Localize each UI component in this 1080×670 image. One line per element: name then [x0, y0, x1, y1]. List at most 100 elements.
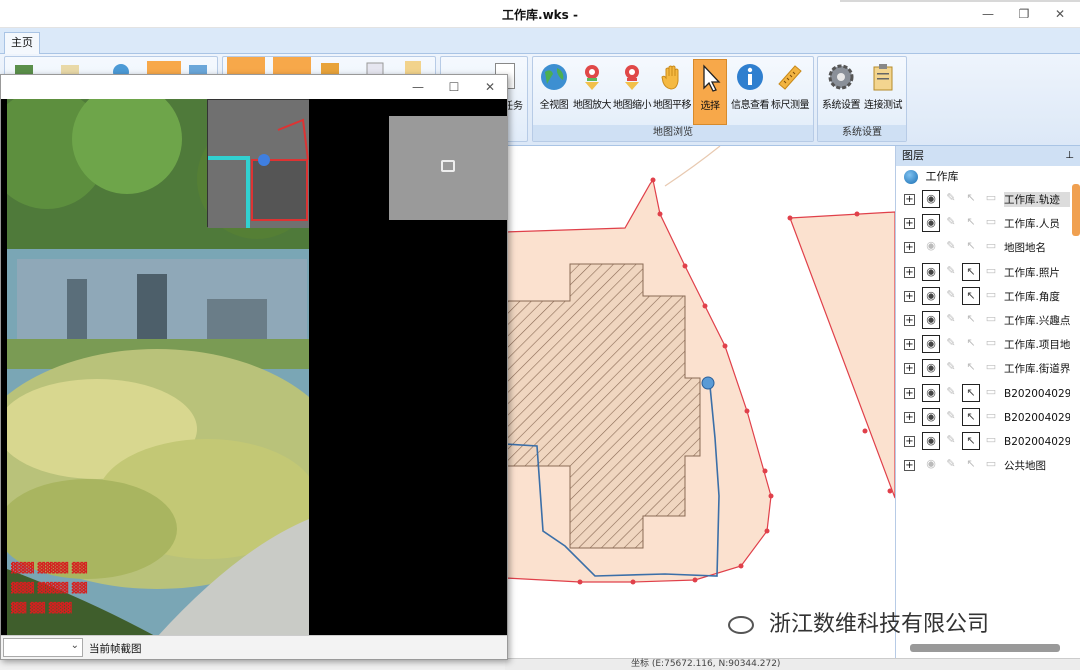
popup-maximize-button[interactable]: ☐ [441, 78, 467, 96]
info-button[interactable]: 信息查看 [731, 59, 770, 125]
label-icon[interactable]: ▭ [982, 214, 1000, 232]
eye-icon[interactable]: ◉ [922, 238, 940, 256]
edit-icon[interactable]: ✎ [942, 335, 960, 353]
label-icon[interactable]: ▭ [982, 238, 1000, 256]
layer-row[interactable]: + ◉✎↖▭ B202004029.界址 [896, 406, 1071, 430]
eye-icon[interactable]: ◉ [922, 407, 940, 426]
expand-toggle[interactable]: + [904, 387, 915, 399]
eye-icon[interactable]: ◉ [922, 190, 940, 208]
layer-row[interactable]: + ◉ ✎ ↖ ▭ 工作库.照片 [896, 261, 1071, 285]
popup-close-button[interactable]: ✕ [477, 78, 503, 96]
video-minimap[interactable] [207, 99, 309, 228]
edit-icon[interactable]: ✎ [942, 408, 960, 426]
layer-row[interactable]: + ◉ ✎ ↖ ▭ 工作库.轨迹 [896, 188, 1071, 212]
expand-toggle[interactable]: + [904, 436, 915, 447]
label-icon[interactable]: ▭ [982, 432, 1000, 450]
expand-toggle[interactable]: + [904, 363, 915, 375]
right-parcel-polygon[interactable] [789, 211, 895, 499]
select-button[interactable]: 选择 [693, 59, 727, 125]
layer-root[interactable]: 工作库 [896, 166, 1080, 188]
label-icon[interactable]: ▭ [982, 456, 1000, 474]
label-icon[interactable]: ▭ [982, 384, 1000, 402]
video-window-titlebar[interactable]: — ☐ ✕ [1, 75, 507, 99]
label-icon[interactable]: ▭ [982, 408, 1000, 426]
label-icon[interactable]: ▭ [982, 335, 1000, 353]
system-settings-button[interactable]: 系统设置 [822, 59, 861, 125]
layer-row[interactable]: + ◉ ✎ ↖ ▭ 工作库.兴趣点 [896, 309, 1071, 333]
edit-icon[interactable]: ✎ [942, 432, 960, 450]
eye-icon[interactable]: ◉ [922, 262, 940, 281]
expand-toggle[interactable]: + [904, 242, 915, 254]
eye-icon[interactable]: ◉ [922, 432, 940, 450]
layer-row[interactable]: + ◉ ✎ ↖ ▭ 公共地图 [896, 454, 1071, 478]
eye-icon[interactable]: ◉ [922, 383, 940, 402]
pin-icon[interactable]: ⊥ [1065, 146, 1074, 166]
horizontal-scrollbar[interactable] [910, 644, 1060, 652]
label-icon[interactable]: ▭ [982, 311, 1000, 329]
camera-preview[interactable] [389, 116, 507, 220]
select-cursor-icon[interactable]: ↖ [962, 262, 980, 281]
layer-row[interactable]: + ◉ ✎ ↖ ▭ 工作库.街道界 [896, 357, 1071, 381]
frame-select[interactable]: ⌄ [3, 638, 83, 657]
eye-icon[interactable]: ◉ [922, 311, 940, 329]
close-button[interactable]: ✕ [1046, 4, 1074, 24]
edit-icon[interactable]: ✎ [942, 190, 960, 208]
popup-minimize-button[interactable]: — [405, 78, 431, 96]
vertical-scrollbar[interactable] [1072, 184, 1080, 236]
expand-toggle[interactable]: + [904, 411, 915, 423]
zoom-in-button[interactable]: 地图放大 [573, 59, 612, 125]
layer-row[interactable]: + ◉ ✎ ↖ ▭ 工作库.角度 [896, 285, 1071, 309]
layer-row[interactable]: + ◉✎↖▭ 工作库.项目地块 [896, 333, 1071, 357]
eye-icon[interactable]: ◉ [922, 214, 940, 233]
edit-icon[interactable]: ✎ [942, 359, 960, 377]
layer-row[interactable]: + ◉✎↖▭ B202004029.自然 [896, 430, 1071, 454]
select-cursor-icon[interactable]: ↖ [962, 190, 980, 208]
expand-toggle[interactable]: + [904, 339, 915, 351]
map-canvas[interactable] [505, 146, 895, 658]
layer-row[interactable]: + ◉✎↖▭ B202004029.宗地 [896, 382, 1071, 406]
full-view-button[interactable]: 全视图 [535, 59, 573, 125]
select-cursor-icon[interactable]: ↖ [962, 214, 980, 232]
layer-row[interactable]: + ◉ ✎ ↖ ▭ 工作库.人员 [896, 212, 1071, 236]
label-icon[interactable]: ▭ [982, 287, 1000, 305]
eye-icon[interactable]: ◉ [922, 335, 940, 354]
edit-icon[interactable]: ✎ [942, 214, 960, 232]
label-icon[interactable]: ▭ [982, 359, 1000, 377]
select-cursor-icon[interactable]: ↖ [962, 238, 980, 256]
edit-icon[interactable]: ✎ [942, 311, 960, 329]
select-cursor-icon[interactable]: ↖ [962, 311, 980, 329]
expand-toggle[interactable]: + [904, 315, 915, 326]
select-cursor-icon[interactable]: ↖ [962, 335, 980, 353]
minimize-button[interactable]: — [974, 4, 1002, 24]
map-drawing[interactable] [505, 146, 895, 658]
edit-icon[interactable]: ✎ [942, 263, 960, 281]
label-icon[interactable]: ▭ [982, 263, 1000, 281]
expand-toggle[interactable]: + [904, 460, 915, 472]
edit-icon[interactable]: ✎ [942, 456, 960, 474]
edit-icon[interactable]: ✎ [942, 287, 960, 305]
expand-toggle[interactable]: + [904, 218, 915, 230]
eye-icon[interactable]: ◉ [922, 456, 940, 474]
select-cursor-icon[interactable]: ↖ [962, 456, 980, 474]
video-frame[interactable]: ▓▓▓ ▓▓▓▓ ▓▓ ▓▓▓ ▓▓▓▓ ▓▓ ▓▓ ▓▓ ▓▓▓ [7, 99, 309, 637]
select-cursor-icon[interactable]: ↖ [962, 432, 980, 450]
select-cursor-icon[interactable]: ↖ [962, 286, 980, 305]
expand-toggle[interactable]: + [904, 266, 915, 278]
zoom-out-button[interactable]: 地图缩小 [613, 59, 652, 125]
video-window[interactable]: — ☐ ✕ ▓▓▓ ▓▓▓▓ ▓▓ ▓▓▓ ▓▓▓▓ ▓▓ ▓▓ ▓▓ ▓▓▓ … [0, 74, 508, 660]
label-icon[interactable]: ▭ [982, 190, 1000, 208]
ruler-button[interactable]: 标尺测量 [771, 59, 810, 125]
maximize-button[interactable]: ❐ [1010, 4, 1038, 24]
eye-icon[interactable]: ◉ [922, 359, 940, 378]
expand-toggle[interactable]: + [904, 194, 915, 205]
select-cursor-icon[interactable]: ↖ [962, 383, 980, 402]
edit-icon[interactable]: ✎ [942, 238, 960, 256]
select-cursor-icon[interactable]: ↖ [962, 359, 980, 377]
eye-icon[interactable]: ◉ [922, 286, 940, 305]
pan-button[interactable]: 地图平移 [653, 59, 692, 125]
layer-row[interactable]: + ◉ ✎ ↖ ▭ 地图地名 [896, 236, 1071, 260]
connection-test-button[interactable]: 连接测试 [864, 59, 903, 125]
expand-toggle[interactable]: + [904, 290, 915, 302]
select-cursor-icon[interactable]: ↖ [962, 407, 980, 426]
tab-home[interactable]: 主页 [4, 32, 40, 54]
